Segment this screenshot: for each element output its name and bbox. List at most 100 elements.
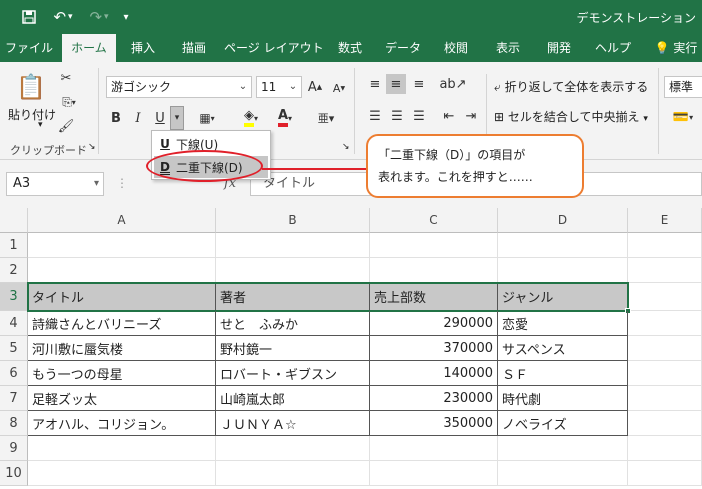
- table-cell[interactable]: ＪＵＮＹＡ☆: [216, 411, 370, 436]
- align-left-icon[interactable]: ☰: [366, 106, 384, 126]
- font-color-icon[interactable]: A ▾: [270, 106, 300, 130]
- align-right-icon[interactable]: ☰: [410, 106, 428, 126]
- cell[interactable]: [628, 436, 702, 461]
- orientation-icon[interactable]: ab↗: [439, 74, 466, 94]
- paste-icon[interactable]: 📋: [14, 70, 48, 104]
- column-header[interactable]: A: [28, 208, 216, 233]
- row-header[interactable]: 5: [0, 336, 28, 361]
- align-bottom-icon[interactable]: ≡: [410, 74, 428, 94]
- cell[interactable]: [216, 258, 370, 283]
- row-header[interactable]: 10: [0, 461, 28, 486]
- table-cell[interactable]: 足軽ズッ太: [28, 386, 216, 411]
- row-header[interactable]: 9: [0, 436, 28, 461]
- cell[interactable]: [498, 233, 628, 258]
- tab-review[interactable]: 校閲: [434, 34, 478, 62]
- cell[interactable]: [216, 436, 370, 461]
- table-cell[interactable]: 時代劇: [498, 386, 628, 411]
- cell[interactable]: [28, 233, 216, 258]
- table-cell[interactable]: 350000: [370, 411, 498, 436]
- row-header[interactable]: 3: [0, 283, 28, 311]
- decrease-font-icon[interactable]: A ▼: [330, 78, 348, 98]
- undo-icon[interactable]: ↶ ▾: [48, 0, 78, 34]
- table-cell[interactable]: 河川敷に蜃気楼: [28, 336, 216, 361]
- cell[interactable]: [28, 436, 216, 461]
- table-cell[interactable]: 山崎嵐太郎: [216, 386, 370, 411]
- row-header[interactable]: 4: [0, 311, 28, 336]
- row-header[interactable]: 1: [0, 233, 28, 258]
- table-cell[interactable]: せと ふみか: [216, 311, 370, 336]
- tab-tell-me[interactable]: 💡 実行: [650, 34, 702, 62]
- tab-view[interactable]: 表示: [486, 34, 530, 62]
- cell[interactable]: [370, 436, 498, 461]
- cell[interactable]: [628, 311, 702, 336]
- underline-button[interactable]: U: [152, 108, 168, 128]
- font-size-combo[interactable]: 11 ⌄: [256, 76, 302, 98]
- cell[interactable]: [28, 461, 216, 486]
- customize-qat-icon[interactable]: ▾: [118, 0, 134, 34]
- column-header[interactable]: C: [370, 208, 498, 233]
- table-cell[interactable]: もう一つの母星: [28, 361, 216, 386]
- merge-center-button[interactable]: ⊞ セルを結合して中央揃え ▾: [494, 108, 648, 125]
- table-cell[interactable]: 野村鏡一: [216, 336, 370, 361]
- wrap-text-button[interactable]: ⤶ 折り返して全体を表示する: [494, 78, 648, 95]
- cell[interactable]: [628, 411, 702, 436]
- cell[interactable]: [498, 436, 628, 461]
- table-cell[interactable]: ロバート・ギブスン: [216, 361, 370, 386]
- tab-data[interactable]: データ: [380, 34, 426, 62]
- tab-formulas[interactable]: 数式: [330, 34, 370, 62]
- cell[interactable]: [628, 233, 702, 258]
- tab-developer[interactable]: 開発: [538, 34, 580, 62]
- row-header[interactable]: 7: [0, 386, 28, 411]
- currency-icon[interactable]: 💳 ▾: [668, 106, 698, 128]
- cell[interactable]: [370, 461, 498, 486]
- cell[interactable]: [628, 461, 702, 486]
- row-header[interactable]: 6: [0, 361, 28, 386]
- chevron-down-icon[interactable]: ⌄: [285, 77, 301, 97]
- italic-button[interactable]: I: [130, 108, 146, 128]
- cell[interactable]: [216, 461, 370, 486]
- table-cell[interactable]: 詩織さんとバリニーズ: [28, 311, 216, 336]
- tab-help[interactable]: ヘルプ: [590, 34, 636, 62]
- copy-icon[interactable]: ⎘ ▾: [56, 92, 82, 112]
- save-icon[interactable]: [18, 0, 40, 34]
- borders-icon[interactable]: ▦ ▾: [194, 106, 220, 130]
- number-format-combo[interactable]: 標準: [664, 76, 702, 98]
- tab-page-layout[interactable]: ページ レイアウト: [224, 34, 324, 62]
- row-header[interactable]: 8: [0, 411, 28, 436]
- paste-button[interactable]: 貼り付け: [8, 106, 56, 123]
- table-cell[interactable]: 140000: [370, 361, 498, 386]
- cell[interactable]: [28, 258, 216, 283]
- clipboard-launcher-icon[interactable]: ↘: [88, 142, 96, 152]
- table-cell[interactable]: ＳＦ: [498, 361, 628, 386]
- align-middle-icon[interactable]: ≡: [386, 74, 406, 94]
- underline-dropdown-arrow[interactable]: ▾: [170, 106, 184, 130]
- fill-color-icon[interactable]: ◈ ▾: [236, 106, 266, 130]
- tab-insert[interactable]: 挿入: [124, 34, 162, 62]
- paste-arrow-icon[interactable]: ▾: [38, 120, 43, 130]
- column-header[interactable]: D: [498, 208, 628, 233]
- cell[interactable]: [498, 461, 628, 486]
- table-cell[interactable]: サスペンス: [498, 336, 628, 361]
- cell[interactable]: [216, 233, 370, 258]
- column-header[interactable]: E: [628, 208, 702, 233]
- tab-draw[interactable]: 描画: [172, 34, 216, 62]
- decrease-indent-icon[interactable]: ⇤: [440, 106, 458, 126]
- cell[interactable]: [628, 336, 702, 361]
- font-launcher-icon[interactable]: ↘: [342, 142, 350, 152]
- increase-indent-icon[interactable]: ⇥: [462, 106, 480, 126]
- cell[interactable]: [370, 233, 498, 258]
- format-painter-icon[interactable]: 🖌: [56, 116, 76, 136]
- chevron-down-icon[interactable]: ⌄: [235, 77, 251, 97]
- cell[interactable]: [370, 258, 498, 283]
- table-cell[interactable]: アオハル、コリジョン。: [28, 411, 216, 436]
- cell[interactable]: [628, 361, 702, 386]
- redo-icon[interactable]: ↷ ▾: [84, 0, 114, 34]
- cell[interactable]: [628, 283, 702, 311]
- table-cell[interactable]: 290000: [370, 311, 498, 336]
- align-center-icon[interactable]: ☰: [388, 106, 406, 126]
- table-cell[interactable]: 230000: [370, 386, 498, 411]
- cell[interactable]: [628, 386, 702, 411]
- tab-file[interactable]: ファイル: [4, 34, 54, 62]
- cut-icon[interactable]: ✂: [56, 68, 76, 88]
- tab-home[interactable]: ホーム: [62, 34, 116, 62]
